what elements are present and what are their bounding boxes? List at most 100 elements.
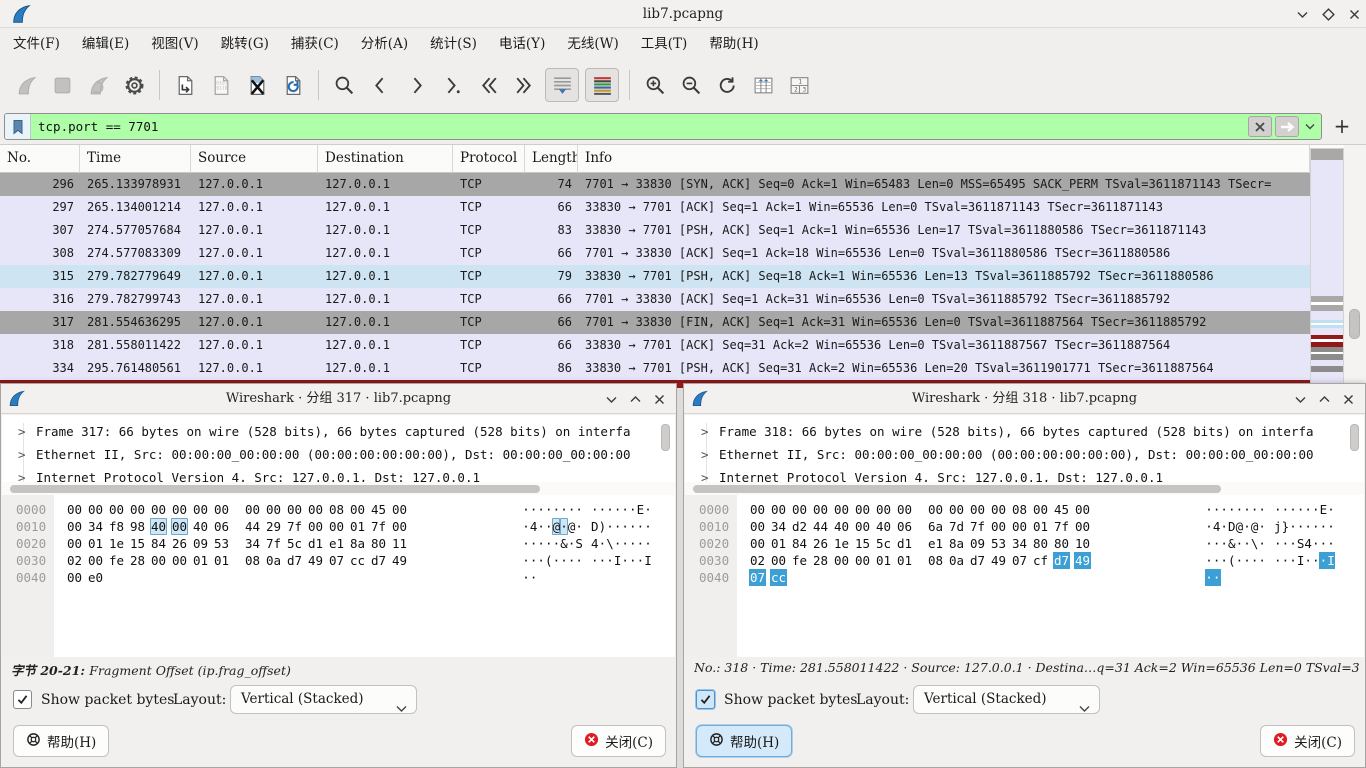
packet-list-minimap[interactable] xyxy=(1310,148,1344,384)
expander-icon[interactable]: > xyxy=(18,420,26,443)
ascii-char[interactable]: · xyxy=(1327,518,1335,535)
ascii-char[interactable]: · xyxy=(1258,535,1266,552)
go-to-packet-button[interactable] xyxy=(437,70,467,100)
hex-byte[interactable]: 09 xyxy=(192,535,209,552)
close-button[interactable]: 关闭(C) xyxy=(571,725,666,757)
tree-hscrollbar-thumb[interactable] xyxy=(693,485,1221,493)
hex-byte[interactable]: 0a xyxy=(265,552,282,569)
hex-row-0030[interactable]: 00300200fe2800000101080ad74907cfd749···(… xyxy=(685,552,1364,569)
hex-byte[interactable]: 01 xyxy=(896,552,913,569)
hex-byte[interactable]: d7 xyxy=(969,552,986,569)
hex-byte[interactable]: 6a xyxy=(927,518,944,535)
hex-byte[interactable]: 26 xyxy=(171,535,188,552)
hex-byte[interactable]: 84 xyxy=(150,535,167,552)
expander-icon[interactable]: > xyxy=(701,443,709,466)
expander-icon[interactable]: > xyxy=(701,466,709,482)
hex-byte[interactable]: 26 xyxy=(812,535,829,552)
first-packet-button[interactable] xyxy=(473,70,503,100)
menu-item-1[interactable]: 文件(F) xyxy=(2,28,71,60)
hex-byte[interactable]: 00 xyxy=(171,501,188,518)
hex-byte[interactable]: 02 xyxy=(749,552,766,569)
hex-byte[interactable]: 00 xyxy=(66,518,83,535)
hex-byte[interactable]: 01 xyxy=(192,552,209,569)
filter-bookmark-icon[interactable] xyxy=(5,114,31,139)
menu-item-4[interactable]: 跳转(G) xyxy=(210,28,280,60)
go-back-button[interactable] xyxy=(365,70,395,100)
hex-byte[interactable]: d1 xyxy=(307,535,324,552)
expander-icon[interactable]: > xyxy=(18,466,26,482)
ascii-char[interactable]: · xyxy=(644,501,652,518)
dialog-close-icon[interactable] xyxy=(651,391,668,408)
expander-icon[interactable]: > xyxy=(18,443,26,466)
ascii-char[interactable]: · xyxy=(1258,518,1266,535)
menu-item-2[interactable]: 编辑(E) xyxy=(71,28,140,60)
hex-byte[interactable]: 49 xyxy=(307,552,324,569)
menu-item-6[interactable]: 分析(A) xyxy=(350,28,419,60)
hex-byte[interactable]: 49 xyxy=(391,552,408,569)
column-header-protocol[interactable]: Protocol xyxy=(453,145,525,173)
close-button[interactable]: 关闭(C) xyxy=(1260,725,1355,757)
hex-byte[interactable]: 80 xyxy=(370,535,387,552)
packet-row-316[interactable]: 316279.782799743127.0.0.1127.0.0.1TCP667… xyxy=(0,288,1310,311)
hex-byte[interactable]: 98 xyxy=(129,518,146,535)
packet-row-296[interactable]: 296265.133978931127.0.0.1127.0.0.1TCP747… xyxy=(0,173,1310,196)
save-file-button[interactable]: 01010110 xyxy=(206,70,236,100)
layout-combobox[interactable]: Vertical (Stacked) xyxy=(913,685,1100,714)
hex-byte[interactable]: d7 xyxy=(370,552,387,569)
hex-byte[interactable]: 00 xyxy=(171,552,188,569)
hex-byte[interactable]: 8a xyxy=(948,535,965,552)
hex-byte[interactable]: 08 xyxy=(927,552,944,569)
zoom-in-button[interactable] xyxy=(640,70,670,100)
hex-row-0040[interactable]: 004000e0·· xyxy=(2,569,675,586)
hex-byte[interactable]: 00 xyxy=(244,501,261,518)
hex-byte[interactable]: 00 xyxy=(150,552,167,569)
menu-item-7[interactable]: 统计(S) xyxy=(419,28,488,60)
hex-byte[interactable]: 7f xyxy=(286,518,303,535)
column-header-no[interactable]: No. xyxy=(0,145,80,173)
hex-byte[interactable]: 00 xyxy=(854,518,871,535)
hex-byte[interactable]: 28 xyxy=(129,552,146,569)
filter-add-button[interactable]: + xyxy=(1330,114,1354,138)
zoom-reset-button[interactable] xyxy=(712,70,742,100)
hex-byte[interactable]: 53 xyxy=(990,535,1007,552)
ascii-char[interactable]: · xyxy=(575,552,583,569)
ascii-char[interactable]: · xyxy=(530,569,538,586)
hex-byte[interactable]: 00 xyxy=(391,518,408,535)
packet-list-scrollbar-thumb[interactable] xyxy=(1349,309,1360,339)
column-header-destination[interactable]: Destination xyxy=(318,145,453,173)
hex-byte[interactable]: 00 xyxy=(349,501,366,518)
ascii-char[interactable]: I xyxy=(1327,552,1335,569)
go-forward-button[interactable] xyxy=(401,70,431,100)
hex-byte[interactable]: 01 xyxy=(87,535,104,552)
packet-row-307[interactable]: 307274.577057684127.0.0.1127.0.0.1TCP833… xyxy=(0,219,1310,242)
hex-byte[interactable]: 10 xyxy=(1074,535,1091,552)
tree-scrollbar-thumb[interactable] xyxy=(1350,424,1359,451)
stop-capture-button[interactable] xyxy=(47,70,77,100)
ascii-char[interactable]: S xyxy=(575,535,583,552)
expander-icon[interactable]: > xyxy=(701,420,709,443)
hex-row-0010[interactable]: 00100034f8984000400644297f0000017f00·4··… xyxy=(2,518,675,535)
hex-byte[interactable]: 5c xyxy=(875,535,892,552)
hex-byte[interactable]: 45 xyxy=(1053,501,1070,518)
hex-byte[interactable]: 84 xyxy=(791,535,808,552)
display-filter-input[interactable]: tcp.port == 7701 xyxy=(4,113,1322,140)
hex-row-0010[interactable]: 00100034d244400040066a7d7f0000017f00·4·D… xyxy=(685,518,1364,535)
column-header-source[interactable]: Source xyxy=(191,145,318,173)
packet-row-297[interactable]: 297265.134001214127.0.0.1127.0.0.1TCP663… xyxy=(0,196,1310,219)
start-capture-button[interactable] xyxy=(11,70,41,100)
hex-byte[interactable]: 00 xyxy=(192,501,209,518)
tree-hscrollbar-thumb[interactable] xyxy=(10,485,540,493)
hex-byte[interactable]: 07 xyxy=(328,552,345,569)
help-button[interactable]: 帮助(H) xyxy=(13,725,109,757)
hex-byte[interactable]: cc xyxy=(770,569,787,586)
hex-byte[interactable]: 02 xyxy=(66,552,83,569)
hex-byte[interactable]: 7f xyxy=(1053,518,1070,535)
hex-byte[interactable]: 07 xyxy=(1011,552,1028,569)
packet-row-334[interactable]: 334295.761480561127.0.0.1127.0.0.1TCP863… xyxy=(0,357,1310,380)
tree-scrollbar-thumb[interactable] xyxy=(661,424,670,451)
hex-byte[interactable]: 53 xyxy=(213,535,230,552)
filter-apply-icon[interactable] xyxy=(1275,116,1299,137)
hex-byte[interactable]: 00 xyxy=(108,501,125,518)
hex-byte[interactable]: fe xyxy=(791,552,808,569)
hex-byte[interactable]: 00 xyxy=(1074,518,1091,535)
